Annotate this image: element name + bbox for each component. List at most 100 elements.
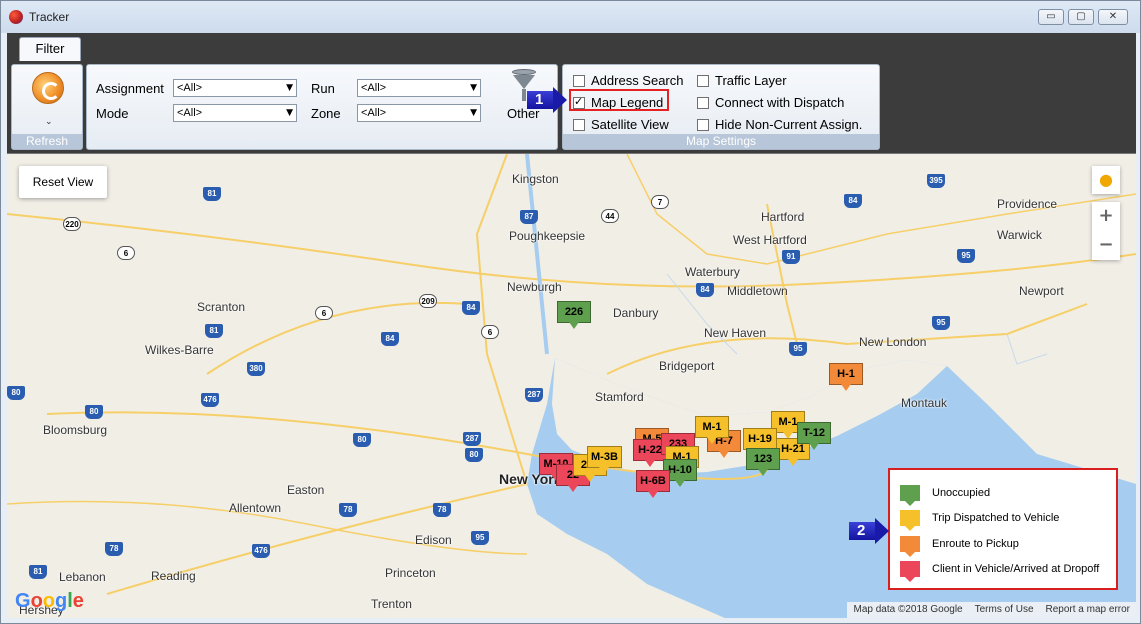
highway-shield-icon: 44 (601, 209, 619, 223)
place-kingston: Kingston (512, 172, 559, 186)
place-montauk: Montauk (901, 396, 948, 410)
zone-select[interactable]: <All> ▼ (357, 104, 481, 122)
window-controls: ▭ ▢ ✕ (1038, 9, 1128, 25)
address-search-checkbox[interactable] (573, 74, 585, 87)
satellite-view-checkbox[interactable] (573, 118, 585, 131)
address-search-option[interactable]: Address Search (573, 73, 684, 88)
legend-item: Enroute to Pickup (900, 531, 1116, 557)
satellite-view-label: Satellite View (591, 117, 669, 132)
chevron-down-icon: ▼ (470, 83, 477, 93)
place-edison: Edison (415, 533, 452, 547)
callout-1-arrow-icon: 1 (527, 87, 571, 113)
traffic-layer-label: Traffic Layer (715, 73, 787, 88)
street-view-pegman-icon[interactable]: ● (1092, 166, 1120, 194)
run-label: Run (311, 81, 335, 96)
connect-dispatch-label: Connect with Dispatch (715, 95, 845, 110)
highway-shield-icon: 80 (85, 405, 103, 419)
highway-shield-icon: 78 (339, 503, 357, 517)
highway-shield-icon: 6 (315, 306, 333, 320)
assignment-select[interactable]: <All> ▼ (173, 79, 297, 97)
highway-shield-icon: 476 (201, 393, 219, 407)
reset-view-button[interactable]: Reset View (19, 166, 107, 198)
close-button[interactable]: ✕ (1098, 9, 1128, 25)
place-newburgh: Newburgh (507, 280, 562, 294)
legend-label: Unoccupied (932, 486, 991, 499)
refresh-group: ⌄ Refresh (11, 64, 83, 150)
run-select[interactable]: <All> ▼ (357, 79, 481, 97)
place-stamford: Stamford (595, 390, 644, 404)
place-trenton: Trenton (371, 597, 412, 611)
tab-filter[interactable]: Filter (19, 37, 81, 61)
vehicle-marker[interactable]: H-19 (743, 428, 777, 456)
report-map-error-link[interactable]: Report a map error (1046, 602, 1130, 618)
highway-shield-icon: 6 (117, 246, 135, 260)
refresh-icon[interactable] (32, 72, 64, 104)
callout-2-arrow-icon: 2 (849, 518, 893, 544)
assignment-value: <All> (177, 82, 203, 94)
traffic-layer-checkbox[interactable] (697, 74, 709, 87)
place-new-haven: New Haven (704, 326, 767, 340)
window-title: Tracker (29, 10, 70, 24)
place-danbury: Danbury (613, 306, 659, 320)
mode-select[interactable]: <All> ▼ (173, 104, 297, 122)
vehicle-marker[interactable]: M-3B (587, 446, 622, 474)
place-warwick: Warwick (997, 228, 1042, 242)
highway-shield-icon: 81 (29, 565, 47, 579)
vehicle-marker[interactable]: 123 (746, 448, 780, 476)
place-middletown: Middletown (727, 284, 788, 298)
traffic-layer-option[interactable]: Traffic Layer (697, 73, 787, 88)
refresh-dropdown-icon[interactable]: ⌄ (45, 117, 53, 127)
place-wilkes-barre: Wilkes-Barre (145, 343, 214, 357)
map-settings-group-label: Map Settings (563, 134, 879, 149)
vehicle-marker[interactable]: T-12 (797, 422, 831, 450)
map-attribution: Map data ©2018 Google Terms of Use Repor… (847, 602, 1136, 618)
chevron-down-icon: ▼ (286, 83, 293, 93)
highway-shield-icon: 81 (203, 187, 221, 201)
highway-shield-icon: 84 (844, 194, 862, 208)
zoom-in-button[interactable]: + (1092, 202, 1120, 231)
app-icon (9, 10, 23, 24)
unoccupied-marker-icon (900, 484, 920, 506)
map-view[interactable]: Kingston Hartford West Hartford Providen… (7, 153, 1136, 618)
highway-shield-icon: 80 (353, 433, 371, 447)
place-princeton: Princeton (385, 566, 436, 580)
zoom-out-button[interactable]: − (1092, 231, 1120, 260)
place-poughkeepsie: Poughkeepsie (509, 229, 586, 243)
terms-of-use-link[interactable]: Terms of Use (975, 602, 1034, 618)
tracker-window: Tracker ▭ ▢ ✕ Filter ⌄ Refresh Assignmen… (0, 0, 1141, 624)
legend-item: Client in Vehicle/Arrived at Dropoff (900, 557, 1116, 583)
chevron-down-icon: ▼ (286, 108, 293, 118)
dispatched-marker-icon (900, 510, 920, 532)
hide-noncurrent-checkbox[interactable] (697, 118, 709, 131)
vehicle-marker[interactable]: H-1 (829, 363, 863, 391)
place-easton: Easton (287, 483, 325, 497)
vehicle-marker[interactable]: H-6B (636, 470, 670, 498)
vehicle-marker[interactable]: 226 (557, 301, 591, 329)
highway-shield-icon: 395 (927, 174, 945, 188)
google-logo: Google (15, 590, 84, 612)
connect-dispatch-checkbox[interactable] (697, 96, 709, 109)
connect-dispatch-option[interactable]: Connect with Dispatch (697, 95, 844, 110)
hide-noncurrent-option[interactable]: Hide Non-Current Assign. (697, 117, 862, 132)
place-scranton: Scranton (197, 300, 246, 314)
highway-shield-icon: 287 (463, 432, 481, 446)
satellite-view-option[interactable]: Satellite View (573, 117, 669, 132)
callout-1-number: 1 (535, 91, 544, 108)
highway-shield-icon: 78 (105, 542, 123, 556)
highway-shield-icon: 81 (205, 324, 223, 338)
ribbon-tabs: Filter (7, 33, 1136, 61)
refresh-group-label: Refresh (12, 134, 82, 149)
address-search-label: Address Search (591, 73, 684, 88)
maximize-button[interactable]: ▢ (1068, 9, 1094, 25)
legend-item: Trip Dispatched to Vehicle (900, 506, 1116, 532)
highway-shield-icon: 380 (247, 362, 265, 376)
place-bridgeport: Bridgeport (659, 359, 715, 373)
place-bloomsburg: Bloomsburg (43, 423, 108, 437)
minimize-button[interactable]: ▭ (1038, 9, 1064, 25)
zone-value: <All> (361, 107, 387, 119)
filter-group: Assignment <All> ▼ Mode <All> ▼ Run <All… (86, 64, 558, 150)
title-bar: Tracker ▭ ▢ ✕ (1, 1, 1140, 33)
vehicle-marker[interactable]: M-1 (695, 416, 729, 444)
mode-value: <All> (177, 107, 203, 119)
highway-shield-icon: 209 (419, 294, 437, 308)
